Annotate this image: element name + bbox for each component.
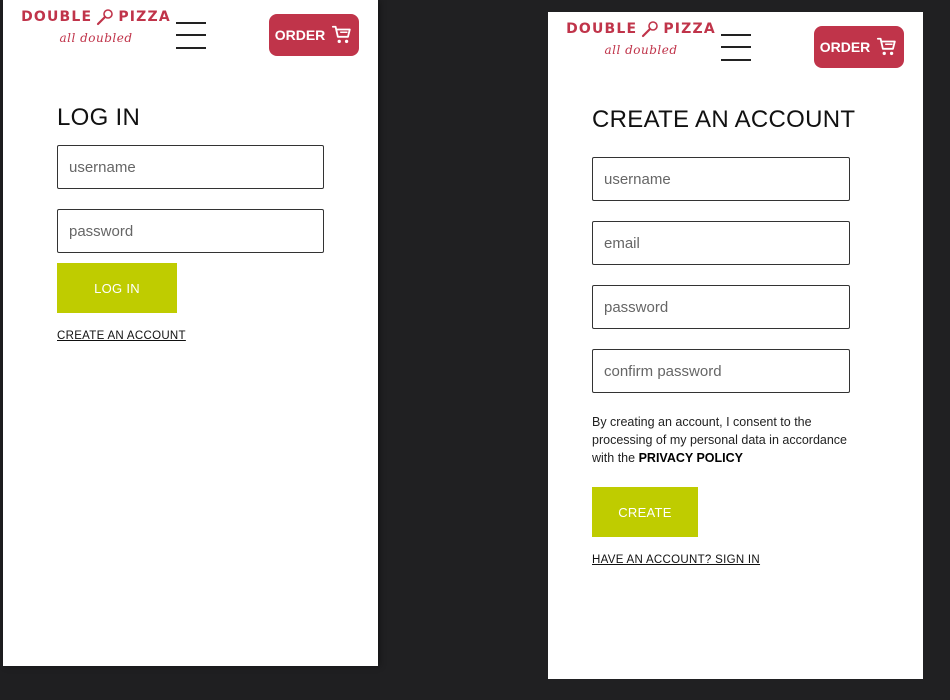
order-button-label: ORDER: [819, 39, 871, 55]
create-account-link[interactable]: CREATE AN ACCOUNT: [57, 330, 186, 342]
hamburger-menu-icon[interactable]: [721, 34, 751, 61]
pizza-cutter-icon: [97, 9, 114, 26]
password-input[interactable]: [57, 209, 324, 253]
logo-word-pizza: PIZZA: [118, 9, 171, 25]
page-title: LOG IN: [57, 104, 141, 131]
username-input[interactable]: [592, 157, 850, 201]
login-button[interactable]: LOG IN: [57, 263, 177, 313]
hamburger-menu-icon[interactable]: [176, 22, 206, 49]
order-button-label: ORDER: [274, 27, 326, 43]
logo-wordmark: DOUBLE PIZZA: [566, 20, 716, 38]
shopping-cart-icon: [332, 25, 351, 44]
page-title: CREATE AN ACCOUNT: [592, 106, 856, 133]
order-button[interactable]: ORDER: [814, 26, 904, 68]
logo-word-pizza: PIZZA: [663, 21, 716, 37]
logo-wordmark: DOUBLE PIZZA: [21, 8, 171, 26]
email-input[interactable]: [592, 221, 850, 265]
username-input[interactable]: [57, 145, 324, 189]
login-screen: DOUBLE PIZZA all doubled ORDER LOG IN LO…: [3, 0, 378, 666]
register-screen: DOUBLE PIZZA all doubled ORDER CREATE AN…: [548, 12, 923, 679]
password-input[interactable]: [592, 285, 850, 329]
sign-in-link[interactable]: HAVE AN ACCOUNT? SIGN IN: [592, 554, 760, 566]
consent-notice: By creating an account, I consent to the…: [592, 413, 852, 467]
create-account-button[interactable]: CREATE: [592, 487, 698, 537]
logo-word-double: DOUBLE: [566, 21, 638, 37]
logo-tagline: all doubled: [604, 43, 678, 57]
brand-logo[interactable]: DOUBLE PIZZA all doubled: [21, 8, 171, 54]
privacy-policy-link[interactable]: PRIVACY POLICY: [639, 451, 743, 465]
order-button[interactable]: ORDER: [269, 14, 359, 56]
brand-logo[interactable]: DOUBLE PIZZA all doubled: [566, 20, 716, 66]
confirm-password-input[interactable]: [592, 349, 850, 393]
logo-word-double: DOUBLE: [21, 9, 93, 25]
shopping-cart-icon: [877, 37, 896, 56]
logo-tagline: all doubled: [59, 31, 133, 45]
pizza-cutter-icon: [642, 21, 659, 38]
